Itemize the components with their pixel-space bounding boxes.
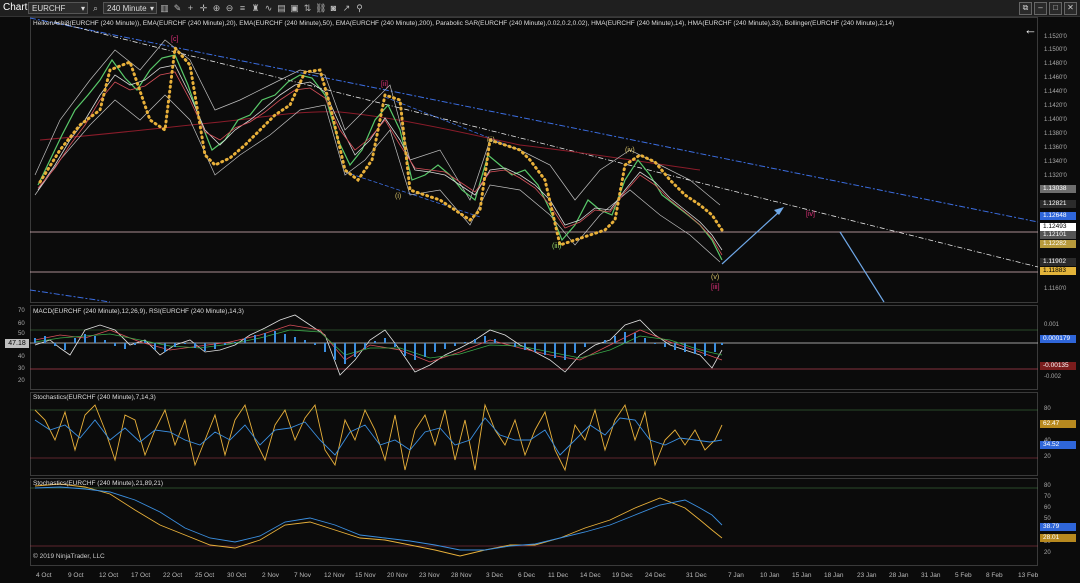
wave-label: (iii) — [552, 243, 562, 250]
wave-label: (iv) — [625, 147, 635, 154]
x-tick: 15 Jan — [792, 572, 812, 579]
price-tag: 1.12648 — [1040, 212, 1076, 220]
rsi-value-tag: 47.18 — [5, 339, 29, 348]
x-tick: 18 Jan — [824, 572, 844, 579]
stoch-fast-indicators-label: Stochastics(EURCHF (240 Minute),7,14,3) — [33, 394, 156, 401]
x-tick: 25 Oct — [195, 572, 215, 579]
y-tick: 1.1360'0 — [1044, 145, 1067, 151]
x-tick: 22 Oct — [163, 572, 183, 579]
x-tick: 3 Dec — [486, 572, 503, 579]
stoch-slow-tick: 50 — [1044, 516, 1051, 522]
x-tick: 28 Jan — [889, 572, 909, 579]
chart-drawing — [29, 17, 1039, 557]
x-tick: 7 Nov — [294, 572, 311, 579]
stoch-slow-tag: 38.79 — [1040, 523, 1076, 531]
price-plot — [29, 17, 1039, 303]
y-tick: 1.1520'0 — [1044, 34, 1067, 40]
copyright: © 2019 NinjaTrader, LLC — [33, 553, 105, 560]
macd-tick: 0.001 — [1044, 322, 1060, 328]
x-tick: 9 Oct — [68, 572, 84, 579]
rsi-tick: 50 — [18, 331, 25, 337]
x-tick: 12 Nov — [324, 572, 345, 579]
x-tick: 5 Feb — [955, 572, 972, 579]
x-tick: 7 Jan — [728, 572, 744, 579]
stoch-slow-indicators-label: Stochastics(EURCHF (240 Minute),21,89,21… — [33, 480, 164, 487]
rsi-tick: 60 — [18, 321, 25, 327]
x-tick: 23 Nov — [419, 572, 440, 579]
stoch-tag: 34.52 — [1040, 441, 1076, 449]
stoch-slow-tick: 60 — [1044, 505, 1051, 511]
price-tag: 1.12282 — [1040, 240, 1076, 248]
x-tick: 4 Oct — [36, 572, 52, 579]
y-tick: 1.1400'0 — [1044, 117, 1067, 123]
stoch-tag: 62.47 — [1040, 420, 1076, 428]
price-tag: 1.12493 — [1040, 223, 1076, 231]
x-tick: 23 Jan — [857, 572, 877, 579]
y-tick: 1.1460'0 — [1044, 75, 1067, 81]
x-tick: 17 Oct — [131, 572, 151, 579]
x-tick: 13 Feb — [1018, 572, 1039, 579]
price-indicators-label: HeikenAshi8(EURCHF (240 Minute)), EMA(EU… — [33, 20, 895, 27]
x-tick: 19 Dec — [612, 572, 633, 579]
stoch-slow-tick: 80 — [1044, 483, 1051, 489]
price-tag: 1.12101 — [1040, 231, 1076, 239]
rsi-tick: 20 — [18, 378, 25, 384]
price-tag: 1.12821 — [1040, 200, 1076, 208]
x-tick: 24 Dec — [645, 572, 666, 579]
wave-label: (i) — [395, 193, 402, 200]
wave-label: [c] — [171, 36, 179, 43]
x-tick: 15 Nov — [355, 572, 376, 579]
macd-rsi-plot — [30, 314, 1038, 376]
y-tick: 1.1500'0 — [1044, 47, 1067, 53]
x-tick: 31 Jan — [921, 572, 941, 579]
x-tick: 2 Nov — [262, 572, 279, 579]
price-tag: 1.11902 — [1040, 258, 1076, 266]
wave-label: [iii] — [711, 284, 720, 291]
rsi-tick: 30 — [18, 366, 25, 372]
wave-label: (v) — [711, 274, 720, 281]
stoch-slow-tag: 28.01 — [1040, 534, 1076, 542]
x-tick: 6 Dec — [518, 572, 535, 579]
stochastics-slow-plot — [30, 483, 1038, 557]
macd-tag: 0.000179 — [1040, 335, 1076, 343]
stoch-tick: 20 — [1044, 454, 1051, 460]
price-tag: 1.11883 — [1040, 267, 1076, 275]
y-tick: 1.1340'0 — [1044, 159, 1067, 165]
x-tick: 14 Dec — [580, 572, 601, 579]
stoch-slow-tick: 20 — [1044, 550, 1051, 556]
x-tick: 20 Nov — [387, 572, 408, 579]
x-tick: 8 Feb — [986, 572, 1003, 579]
y-tick: 1.1440'0 — [1044, 89, 1067, 95]
wave-label: (ii) — [487, 137, 495, 144]
macd-tick: -0.002 — [1044, 374, 1062, 380]
x-tick: 10 Jan — [760, 572, 780, 579]
rsi-tick: 70 — [18, 308, 25, 314]
x-tick: 30 Oct — [227, 572, 247, 579]
x-tick: 31 Dec — [686, 572, 707, 579]
y-tick: 1.1160'0 — [1044, 286, 1067, 292]
macd-rsi-indicators-label: MACD(EURCHF (240 Minute),12,26,9), RSI(E… — [33, 308, 244, 315]
stoch-slow-tick: 70 — [1044, 494, 1051, 500]
y-tick: 1.1420'0 — [1044, 103, 1067, 109]
x-tick: 28 Nov — [451, 572, 472, 579]
wave-label: [iv] — [806, 211, 815, 218]
y-tick: 1.1380'0 — [1044, 131, 1067, 137]
x-tick: 11 Dec — [548, 572, 569, 579]
y-tick: 1.1320'0 — [1044, 173, 1067, 179]
rsi-tick: 40 — [18, 354, 25, 360]
macd-tag: -0.00135 — [1040, 362, 1076, 370]
y-tick: 1.1480'0 — [1044, 61, 1067, 67]
price-tag: 1.13038 — [1040, 185, 1076, 193]
wave-label: [ii] — [381, 81, 388, 88]
stochastics-fast-plot — [30, 403, 1038, 472]
stoch-tick: 80 — [1044, 406, 1051, 412]
x-tick: 12 Oct — [99, 572, 119, 579]
